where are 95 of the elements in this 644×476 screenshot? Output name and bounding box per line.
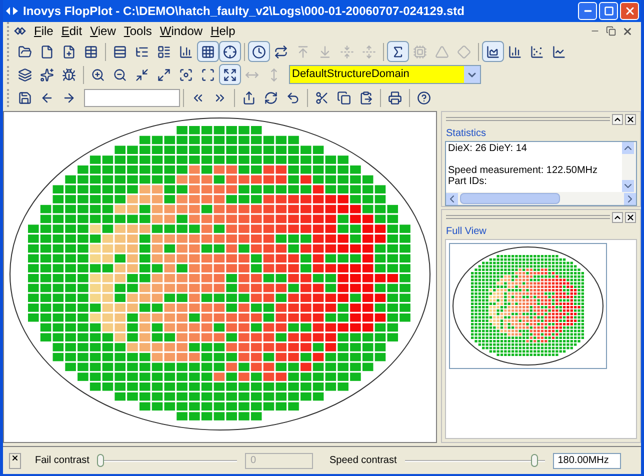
menu-item[interactable]: View (86, 22, 120, 40)
unfold-icon (362, 44, 376, 58)
close-icon (626, 114, 635, 124)
scroll-up-icon[interactable] (622, 142, 634, 154)
grid-icon (201, 44, 215, 58)
scroll-right-icon[interactable] (624, 192, 636, 204)
crosshair-icon (223, 44, 237, 58)
bar-chart-icon (179, 44, 193, 58)
slider-label: Fail contrast (35, 454, 90, 468)
arrow-left-icon (40, 90, 54, 104)
grid-button[interactable] (197, 41, 219, 62)
close-icon (11, 454, 19, 462)
zoom-in-icon (91, 68, 105, 82)
menu-item[interactable]: Window (156, 22, 207, 40)
shrink-icon (135, 68, 149, 82)
statistics-line: Speed measurement: 122.50MHz (448, 165, 599, 176)
sum-button[interactable] (387, 41, 409, 62)
layers-icon (18, 68, 32, 82)
printer-icon (388, 90, 402, 104)
menu-logo-icon (14, 27, 26, 35)
triangle-icon (435, 44, 449, 58)
rows-icon (113, 44, 127, 58)
restore-icon[interactable] (606, 26, 616, 36)
close-icon (626, 212, 635, 222)
menu-item[interactable]: Edit (57, 22, 86, 40)
save-icon (18, 90, 32, 104)
collapse-button[interactable] (612, 212, 623, 222)
scroll-thumb[interactable] (460, 193, 560, 204)
scissors-icon (315, 90, 329, 104)
list-icon (157, 44, 171, 58)
focus-icon (179, 68, 193, 82)
diamond-icon (457, 44, 471, 58)
select-value: DefaultStructureDomain (291, 67, 410, 82)
paste-icon (359, 90, 373, 104)
slider-thumb[interactable] (531, 454, 538, 466)
group-title: Statistics (445, 127, 488, 141)
fold-icon (340, 44, 354, 58)
sigma-icon (391, 44, 405, 58)
close-icon (624, 5, 636, 17)
mark-button[interactable] (219, 41, 241, 62)
statistics-line: DieX: 26 DieY: 14 (448, 143, 528, 154)
menu-item[interactable]: Help (206, 22, 240, 40)
bug-icon (62, 68, 76, 82)
slider-track[interactable] (404, 454, 545, 468)
menu-item[interactable]: Tools (120, 22, 156, 40)
table-icon (84, 44, 98, 58)
frame-button[interactable] (219, 64, 241, 85)
group-title: Full View (445, 225, 488, 239)
folder-icon (18, 44, 32, 58)
close-icon[interactable] (622, 26, 633, 36)
page-icon (40, 44, 54, 58)
sparkles-icon (40, 68, 54, 82)
column-chart-icon (508, 44, 522, 58)
frame-icon (223, 68, 237, 82)
share-icon (242, 90, 256, 104)
arrow-down-icon (318, 44, 332, 58)
scroll-left-icon[interactable] (446, 192, 458, 204)
expand-icon (157, 68, 171, 82)
maximize-icon (604, 6, 614, 16)
clock-icon (252, 44, 266, 58)
line-chart-icon (552, 44, 566, 58)
close-button[interactable] (9, 452, 21, 468)
scroll-down-icon[interactable] (622, 180, 634, 192)
arrow-right-icon (62, 90, 76, 104)
zoom-out-icon (113, 68, 127, 82)
slider-label: Speed contrast (329, 454, 397, 468)
maximize-button[interactable] (599, 2, 618, 20)
help-icon (417, 90, 431, 104)
refresh-icon (264, 90, 278, 104)
collapse-button[interactable] (612, 114, 623, 124)
slider-track[interactable] (97, 454, 238, 468)
copy-icon (337, 90, 351, 104)
page-plus-icon (62, 44, 76, 58)
area-chart-icon (486, 44, 500, 58)
chip-icon (413, 44, 427, 58)
vertical-scrollbar[interactable] (622, 142, 636, 192)
arrow-up-icon (296, 44, 310, 58)
close-button[interactable] (625, 212, 636, 222)
horizontal-scrollbar[interactable] (446, 192, 636, 205)
scatter-chart-icon (530, 44, 544, 58)
close-button[interactable] (625, 114, 636, 124)
window-title: Inovys FlopPlot - C:\DEMO\hatch_faulty_v2\Logs\000-01-20060707-024129.std (23, 3, 466, 20)
menu-item[interactable]: File (30, 22, 58, 40)
repeat-icon (274, 44, 288, 58)
area-button[interactable] (482, 41, 504, 62)
undo-icon (286, 90, 300, 104)
scan-icon (201, 68, 215, 82)
tree-icon (135, 44, 149, 58)
domain-select[interactable]: DefaultStructureDomain (289, 65, 481, 84)
value-field[interactable]: 180.00MHz (552, 452, 621, 468)
input-field[interactable] (84, 88, 180, 106)
app-logo-icon (5, 6, 19, 16)
statistics-line: Part IDs: (448, 176, 488, 187)
minimize-button[interactable] (578, 2, 597, 20)
clock-button[interactable] (248, 41, 270, 62)
